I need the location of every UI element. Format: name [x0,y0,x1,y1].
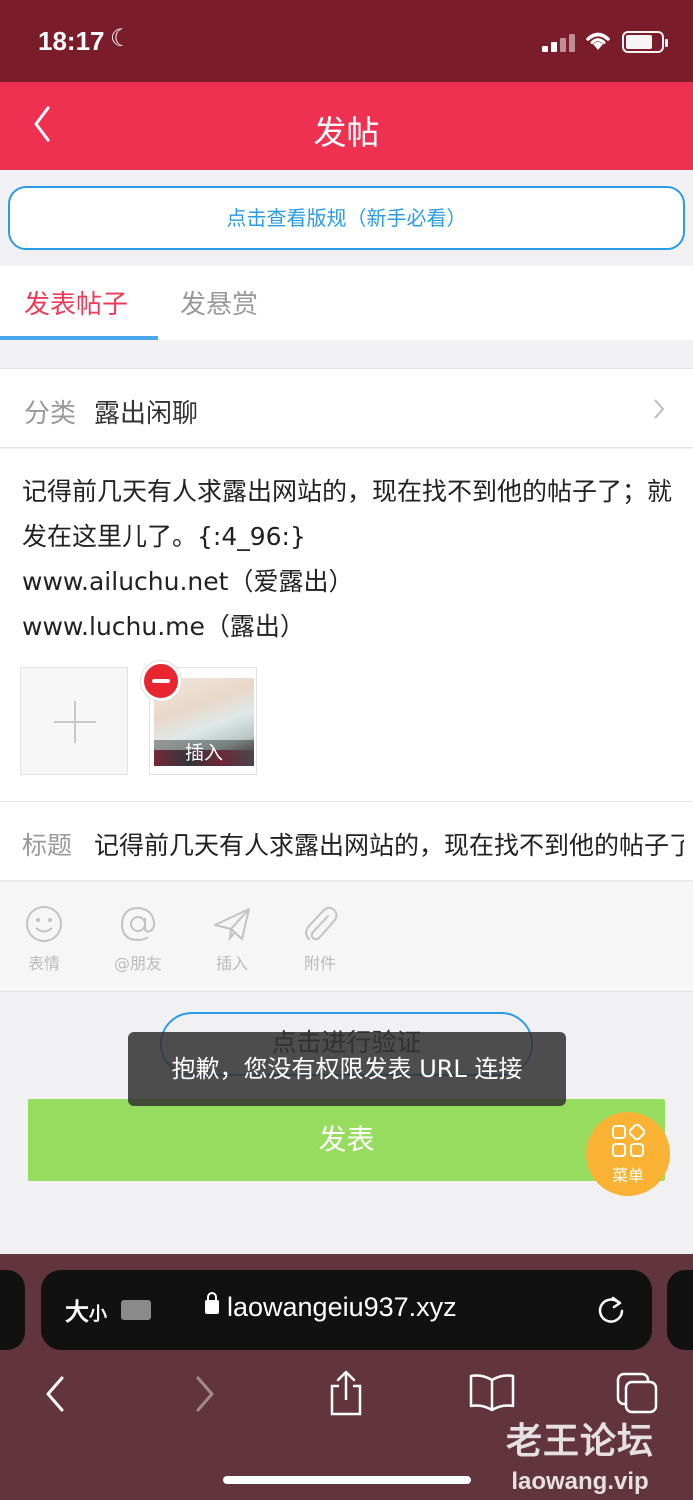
category-selector[interactable]: 分类 露出闲聊 [0,368,693,448]
post-body-line: www.ailuchu.net（爱露出） [22,567,354,596]
title-label: 标题 [22,831,73,860]
tab-new-post[interactable]: 发表帖子 [24,284,128,321]
watermark: 老王论坛 laowang.vip [506,1412,654,1496]
attachment-button[interactable]: 附件 [280,904,360,974]
text-size-small: 小 [89,1304,107,1325]
watermark-text-en: laowang.vip [511,1468,649,1495]
error-toast: 抱歉，您没有权限发表 URL 连接 [128,1032,566,1106]
extension-icon[interactable] [121,1300,151,1320]
tab-bounty[interactable]: 发悬赏 [180,284,258,321]
text-size-button[interactable]: 大小 [65,1292,107,1327]
paperclip-icon [305,906,338,941]
home-indicator [223,1476,471,1484]
signal-icon [542,32,576,52]
active-tab-indicator [0,336,158,340]
post-body-line: www.luchu.me（露出） [22,612,305,641]
text-size-large: 大 [65,1298,89,1326]
insert-button[interactable]: 插入 [192,904,272,974]
grid-menu-icon [612,1124,645,1157]
emoji-label: 表情 [27,954,60,973]
reload-icon[interactable] [595,1294,627,1326]
submit-button[interactable]: 发表 [28,1099,665,1181]
send-icon [214,908,250,942]
status-time: 18:17 [38,26,105,56]
menu-fab-button[interactable]: 菜单 [586,1112,670,1196]
post-type-tabs: 发表帖子 发悬赏 [0,266,693,340]
smiley-icon [26,906,62,942]
bookmarks-icon[interactable] [468,1372,516,1412]
view-rules-button[interactable]: 点击查看版规（新手必看） [8,186,685,250]
watermark-text-cn: 老王论坛 [506,1421,655,1462]
category-label: 分类 [24,399,77,429]
title-field[interactable]: 标题 记得前几天有人求露出网站的，现在找不到他的帖子了 [0,801,693,881]
attachment-label: 附件 [303,954,336,973]
tabs-icon[interactable] [614,1370,660,1416]
page-title: 发帖 [313,113,380,152]
editor-toolbar: 表情 @朋友 插入 附件 [0,882,693,992]
menu-label: 菜单 [611,1166,644,1185]
at-icon [120,906,156,942]
post-content-area[interactable]: 记得前几天有人求露出网站的，现在找不到他的帖子了；就发在这里儿了。{:4_96:… [0,449,693,801]
mention-friend-button[interactable]: @朋友 [98,904,178,974]
lock-icon [205,1292,219,1314]
insert-label: 插入 [215,954,248,973]
post-body-line: 记得前几天有人求露出网站的，现在找不到他的帖子了；就发在这里儿了。{:4_96:… [22,477,673,551]
post-body-text[interactable]: 记得前几天有人求露出网站的，现在找不到他的帖子了；就发在这里儿了。{:4_96:… [22,469,672,649]
chevron-right-icon [654,399,665,419]
app-header: 发帖 [0,82,693,170]
share-icon[interactable] [326,1368,366,1418]
address-bar[interactable]: 大小 laowangeiu937.xyz [41,1270,652,1350]
mention-label: @朋友 [113,954,162,973]
next-tab-peek[interactable] [667,1270,693,1350]
browser-back-icon[interactable] [40,1374,70,1414]
title-input[interactable]: 记得前几天有人求露出网站的，现在找不到他的帖子了 [94,826,684,862]
battery-icon [622,31,668,53]
wifi-icon [586,32,610,50]
url-text[interactable]: laowangeiu937.xyz [227,1292,457,1323]
add-image-button[interactable] [20,667,128,775]
status-bar: 18:17 ☾ [0,0,693,82]
previous-tab-peek[interactable] [0,1270,25,1350]
browser-forward-icon[interactable] [190,1374,220,1414]
emoji-button[interactable]: 表情 [4,904,84,974]
category-value: 露出闲聊 [94,399,199,429]
insert-image-label[interactable]: 插入 [154,740,254,766]
remove-image-icon[interactable] [141,661,181,701]
moon-icon: ☾ [110,24,132,52]
